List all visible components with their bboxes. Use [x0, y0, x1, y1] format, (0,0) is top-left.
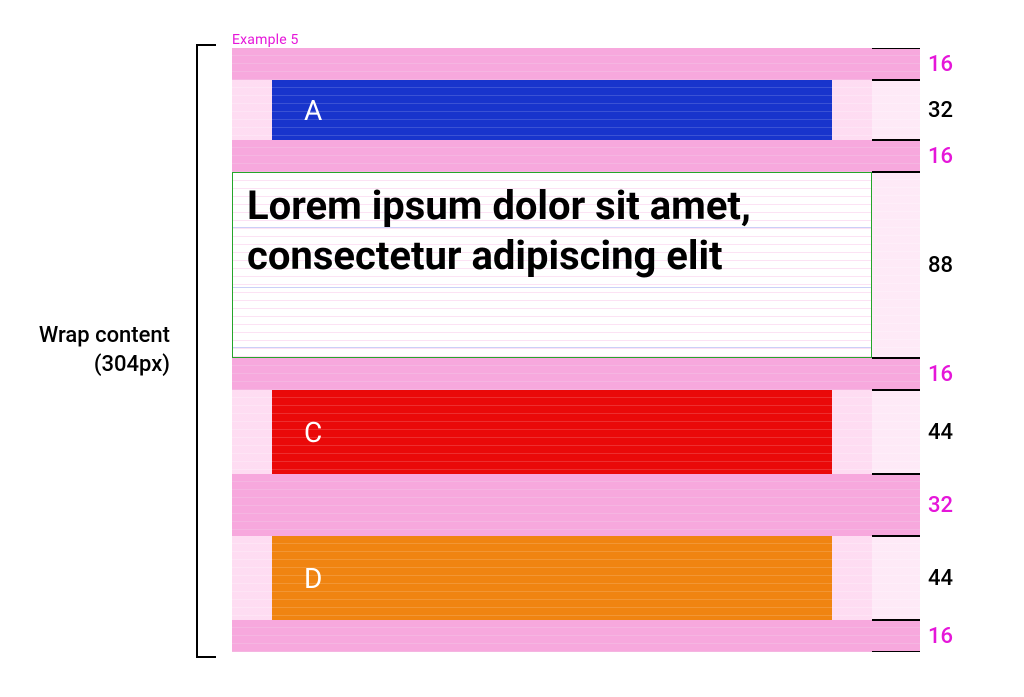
- block-b: Lorem ipsum dolor sit amet, consectetur …: [232, 172, 872, 358]
- block-c-size: 44: [920, 390, 992, 474]
- block-d-size: 44: [920, 536, 992, 620]
- wrap-content-bracket: [196, 44, 216, 658]
- wrap-content-text-1: Wrap content: [39, 323, 170, 348]
- spacer-bottom-row: 16: [232, 620, 992, 652]
- block-c-label: C: [304, 416, 322, 449]
- wrap-content-text-2: (304px): [94, 352, 170, 377]
- block-c: C: [272, 390, 832, 474]
- block-b-text: Lorem ipsum dolor sit amet, consectetur …: [247, 182, 751, 279]
- spacer-size-bottom: 16: [920, 620, 992, 652]
- spacer-after-b-row: 16: [232, 358, 992, 390]
- spacer-size-after-a: 16: [920, 140, 992, 172]
- spacer-after-c-row: 32: [232, 474, 992, 536]
- block-c-row: C 44: [232, 390, 992, 474]
- spacer-after-a-row: 16: [232, 140, 992, 172]
- spacer-size-after-c: 32: [920, 474, 992, 536]
- block-b-row: Lorem ipsum dolor sit amet, consectetur …: [232, 172, 992, 358]
- block-d: D: [272, 536, 832, 620]
- block-a-label: A: [304, 94, 322, 127]
- block-b-size: 88: [920, 172, 992, 358]
- block-d-row: D 44: [232, 536, 992, 620]
- block-a-row: A 32: [232, 80, 992, 140]
- block-a: A: [272, 80, 832, 140]
- spacer-strip: [232, 48, 872, 80]
- spacer-size-top: 16: [920, 48, 992, 80]
- wrap-content-label: Wrap content (304px): [32, 44, 192, 658]
- block-a-size: 32: [920, 80, 992, 140]
- example-caption: Example 5: [232, 32, 992, 48]
- spacer-top-row: 16: [232, 48, 992, 80]
- rows-stack: 16 A 32 16 Lorem ipsum d: [232, 48, 992, 652]
- block-d-label: D: [304, 562, 322, 595]
- layout-diagram: Example 5 16 A 32 16: [232, 32, 992, 652]
- spacer-size-after-b: 16: [920, 358, 992, 390]
